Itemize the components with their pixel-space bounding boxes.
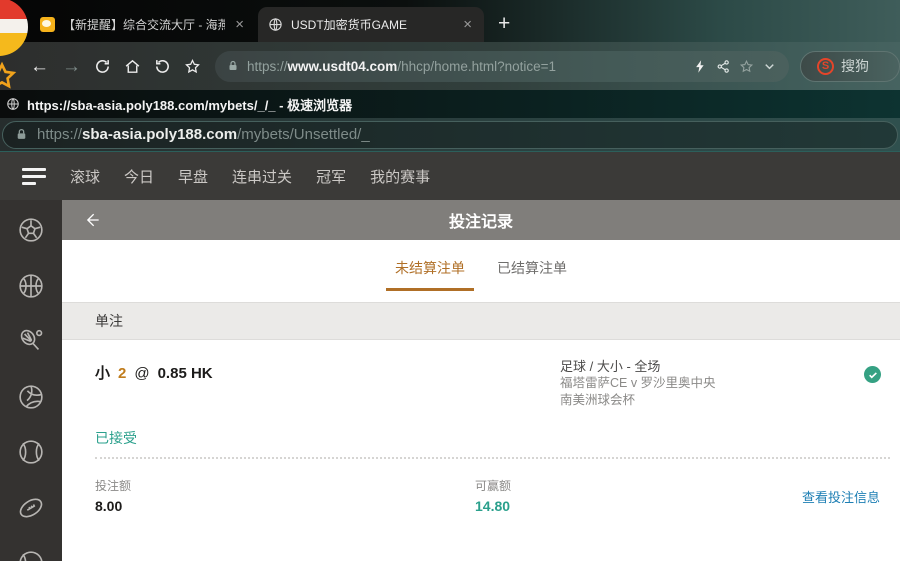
body: 投注记录 未结算注单 已结算注单 单注 小 2 @ 0.85 HK 足球 / 大…	[0, 200, 900, 561]
lock-icon	[17, 128, 26, 139]
url-scheme: https://	[37, 126, 83, 143]
win-column: 可赢额 14.80	[475, 477, 511, 514]
undo-icon[interactable]	[154, 58, 171, 75]
stake-value: 8.00	[95, 498, 123, 514]
sogou-search-button[interactable]: S 搜狗	[800, 50, 900, 82]
sport-icon-partial[interactable]	[17, 549, 45, 561]
page-header: 投注记录	[62, 200, 900, 240]
baseball-icon[interactable]	[17, 438, 45, 466]
popup-window-titlebar: https://sba-asia.poly188.com/mybets/_/_ …	[0, 90, 900, 118]
handicap-line: 2	[118, 365, 127, 382]
pick-label: 小	[95, 365, 111, 382]
nav-my-events[interactable]: 我的赛事	[370, 166, 430, 187]
tab-title: 【新提醒】综合交流大厅 - 海燕	[63, 18, 226, 32]
accepted-check-icon	[864, 366, 881, 383]
url-path: /hhcp/home.html?notice=1	[397, 58, 557, 74]
favorite-star-icon[interactable]	[739, 59, 754, 74]
bet-tabs: 未结算注单 已结算注单	[62, 240, 900, 296]
soccer-icon[interactable]	[17, 216, 45, 244]
bookmark-star-icon[interactable]	[184, 58, 201, 75]
popup-address-row: https://sba-asia.poly188.com/mybets/Unse…	[0, 118, 900, 152]
globe-icon	[268, 17, 283, 32]
sogou-label: 搜狗	[841, 58, 869, 74]
close-icon[interactable]: ×	[233, 17, 246, 32]
match-teams: 福塔雷萨CE v 罗沙里奥中央	[560, 376, 716, 390]
sport-nav-bar: 滚球 今日 早盘 连串过关 冠军 我的赛事	[0, 152, 900, 200]
browser-toolbar: ← → https://www.usdt04.com/hhcp/home.htm…	[0, 42, 900, 90]
browser-tab-forum[interactable]: 【新提醒】综合交流大厅 - 海燕 ×	[30, 7, 256, 42]
tab-unsettled[interactable]: 未结算注单	[386, 258, 474, 291]
popup-address-bar[interactable]: https://sba-asia.poly188.com/mybets/Unse…	[2, 120, 898, 149]
corner-star-icon	[0, 60, 18, 97]
url-domain: sba-asia.poly188.com	[82, 126, 238, 143]
popup-window-title: https://sba-asia.poly188.com/mybets/_/_ …	[27, 97, 353, 113]
volleyball-icon[interactable]	[17, 383, 45, 411]
back-button[interactable]: ←	[30, 57, 49, 76]
chat-favicon-icon	[40, 17, 55, 32]
share-icon[interactable]	[716, 59, 731, 74]
nav-parlay[interactable]: 连串过关	[232, 166, 292, 187]
section-header-single-bet: 单注	[62, 302, 900, 340]
nav-outright[interactable]: 冠军	[316, 166, 346, 187]
stake-column: 投注额 8.00	[95, 477, 131, 514]
bet-status: 已接受	[95, 430, 137, 446]
league-name: 南美洲球会杯	[560, 393, 636, 407]
american-football-icon[interactable]	[17, 494, 45, 522]
screen: 【新提醒】综合交流大厅 - 海燕 × USDT加密货币GAME × + ← →	[0, 0, 900, 561]
dotted-divider	[95, 457, 890, 459]
address-url: https://www.usdt04.com/hhcp/home.html?no…	[247, 59, 685, 74]
popup-url: https://sba-asia.poly188.com/mybets/Unse…	[37, 126, 370, 143]
lock-icon	[229, 60, 237, 70]
sports-sidebar	[0, 200, 62, 561]
chevron-down-icon[interactable]	[762, 59, 777, 74]
close-icon[interactable]: ×	[461, 17, 474, 32]
odds-value: 0.85 HK	[157, 365, 213, 382]
view-bet-info-link[interactable]: 查看投注信息	[802, 487, 880, 506]
market-name: 足球 / 大小 - 全场	[560, 359, 661, 374]
tennis-icon[interactable]	[17, 327, 45, 355]
menu-icon[interactable]	[22, 167, 46, 185]
url-domain: www.usdt04.com	[287, 58, 398, 74]
win-label: 可赢额	[475, 479, 512, 493]
globe-icon	[7, 98, 19, 110]
tab-settled[interactable]: 已结算注单	[495, 258, 569, 291]
browser-tab-usdt-game[interactable]: USDT加密货币GAME ×	[258, 7, 484, 42]
url-scheme: https://	[247, 58, 288, 74]
home-icon[interactable]	[124, 58, 141, 75]
browser-tab-bar: 【新提醒】综合交流大厅 - 海燕 × USDT加密货币GAME × +	[0, 0, 900, 42]
nav-today[interactable]: 今日	[124, 166, 154, 187]
url-path: /mybets/Unsettled/_	[237, 126, 370, 143]
win-value: 14.80	[475, 498, 511, 514]
basketball-icon[interactable]	[17, 272, 45, 300]
bet-records-page: 投注记录 未结算注单 已结算注单 单注 小 2 @ 0.85 HK 足球 / 大…	[62, 200, 900, 561]
forward-button[interactable]: →	[62, 57, 81, 76]
nav-live[interactable]: 滚球	[70, 166, 100, 187]
match-info: 足球 / 大小 - 全场 福塔雷萨CE v 罗沙里奥中央 南美洲球会杯	[560, 358, 716, 409]
at-symbol: @	[134, 365, 150, 382]
new-tab-button[interactable]: +	[498, 12, 510, 36]
address-bar[interactable]: https://www.usdt04.com/hhcp/home.html?no…	[215, 50, 789, 82]
nav-early[interactable]: 早盘	[178, 166, 208, 187]
stake-label: 投注额	[95, 479, 132, 493]
sogou-logo-icon: S	[817, 57, 834, 75]
page-title: 投注记录	[448, 214, 513, 231]
tab-title: USDT加密货币GAME	[291, 18, 408, 32]
lightning-icon[interactable]	[693, 59, 708, 74]
reload-icon[interactable]	[94, 58, 111, 75]
bet-selection: 小 2 @ 0.85 HK	[95, 362, 213, 383]
